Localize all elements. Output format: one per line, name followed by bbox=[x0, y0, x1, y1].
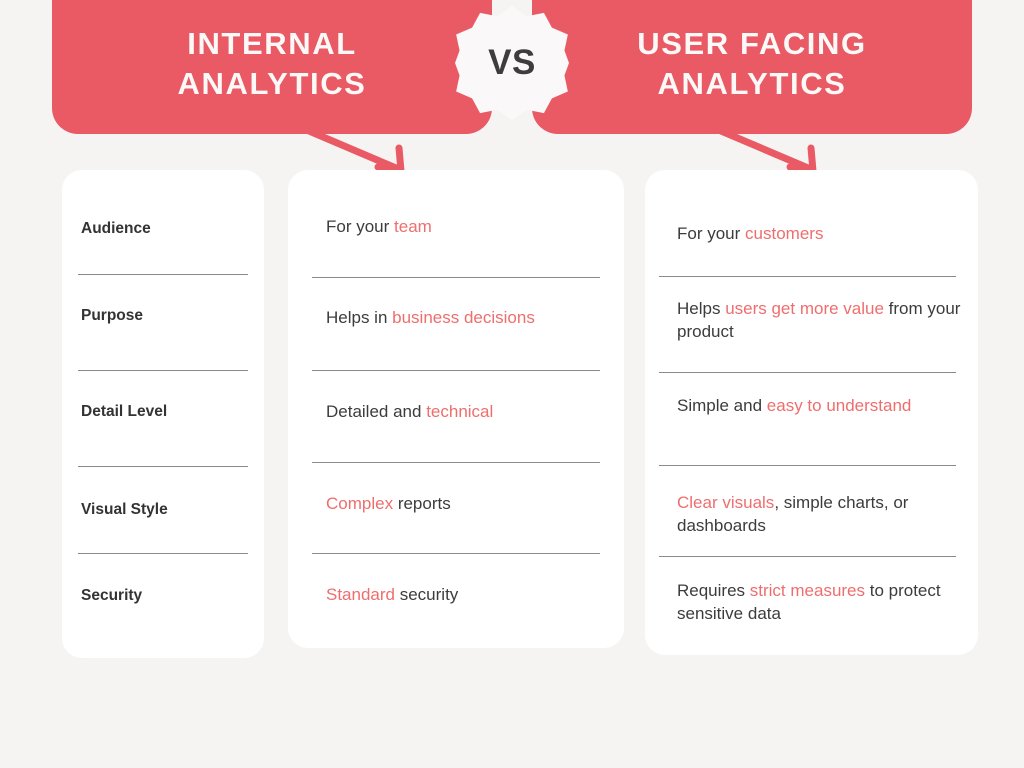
highlighted-keyword: technical bbox=[426, 402, 494, 421]
user-facing-value: Requires strict measures to protect sens… bbox=[677, 581, 941, 623]
highlighted-keyword: easy to understand bbox=[766, 396, 912, 415]
user-facing-value: For your customers bbox=[677, 224, 824, 243]
table-row: Security bbox=[62, 576, 264, 616]
row-divider bbox=[312, 553, 600, 554]
internal-value: Helps in business decisions bbox=[326, 308, 535, 327]
table-row: Audience bbox=[62, 209, 264, 249]
table-row: Clear visuals, simple charts, or dashboa… bbox=[645, 492, 978, 537]
internal-value: For your team bbox=[326, 217, 432, 236]
user-facing-value: Helps users get more value from your pro… bbox=[677, 299, 961, 341]
row-divider bbox=[659, 465, 956, 466]
row-divider bbox=[659, 372, 956, 373]
row-divider bbox=[312, 370, 600, 371]
criteria-label: Security bbox=[81, 586, 143, 604]
internal-value: Detailed and technical bbox=[326, 402, 494, 421]
criteria-label: Purpose bbox=[81, 306, 144, 324]
table-row: Complex reports bbox=[288, 493, 624, 516]
row-divider bbox=[78, 553, 248, 554]
table-row: Detailed and technical bbox=[288, 401, 624, 424]
row-divider bbox=[659, 556, 956, 557]
highlighted-keyword: users get more value bbox=[725, 299, 884, 318]
row-divider bbox=[312, 277, 600, 278]
user-facing-value: Simple and easy to understand bbox=[677, 396, 912, 415]
table-row: Helps in business decisions bbox=[288, 307, 624, 330]
table-row: For your customers bbox=[645, 223, 978, 246]
user-facing-analytics-card: For your customers Helps users get more v… bbox=[645, 170, 978, 655]
criteria-card: Audience Purpose Detail Level Visual Style S… bbox=[62, 170, 264, 658]
header-banner-internal: INTERNAL ANALYTICS bbox=[52, 0, 492, 134]
internal-value: Standard security bbox=[326, 585, 459, 604]
internal-analytics-card: For your team Helps in business decisions… bbox=[288, 170, 624, 648]
highlighted-keyword: strict measures bbox=[749, 581, 866, 600]
criteria-label: Detail Level bbox=[81, 402, 168, 420]
vs-badge-label: VS bbox=[488, 43, 536, 82]
table-row: Purpose bbox=[62, 296, 264, 336]
table-row: Detail Level bbox=[62, 392, 264, 432]
row-divider bbox=[78, 370, 248, 371]
internal-value: Complex reports bbox=[326, 494, 451, 513]
highlighted-keyword: customers bbox=[745, 224, 824, 243]
header-title-user-facing: USER FACING ANALYTICS bbox=[637, 26, 867, 101]
highlighted-keyword: Standard bbox=[326, 585, 395, 604]
table-row: For your team bbox=[288, 216, 624, 239]
row-divider bbox=[659, 276, 956, 277]
header-title-internal: INTERNAL ANALYTICS bbox=[177, 26, 367, 101]
table-row: Simple and easy to understand bbox=[645, 395, 978, 418]
table-row: Visual Style bbox=[62, 490, 264, 530]
table-row: Helps users get more value from your pro… bbox=[645, 298, 978, 343]
criteria-label: Visual Style bbox=[81, 500, 168, 518]
row-divider bbox=[312, 462, 600, 463]
user-facing-value: Clear visuals, simple charts, or dashboa… bbox=[677, 493, 909, 535]
highlighted-keyword: business decisions bbox=[392, 308, 535, 327]
table-row: Requires strict measures to protect sens… bbox=[645, 580, 978, 625]
row-divider bbox=[78, 466, 248, 467]
highlighted-keyword: Complex bbox=[326, 494, 394, 513]
table-row: Standard security bbox=[288, 584, 624, 607]
header-banner-user-facing: USER FACING ANALYTICS bbox=[532, 0, 972, 134]
row-divider bbox=[78, 274, 248, 275]
infographic-canvas: INTERNAL ANALYTICS USER FACING ANALYTICS… bbox=[0, 0, 1024, 768]
highlighted-keyword: Clear visuals bbox=[677, 493, 775, 512]
highlighted-keyword: team bbox=[394, 217, 432, 236]
criteria-label: Audience bbox=[81, 219, 151, 237]
